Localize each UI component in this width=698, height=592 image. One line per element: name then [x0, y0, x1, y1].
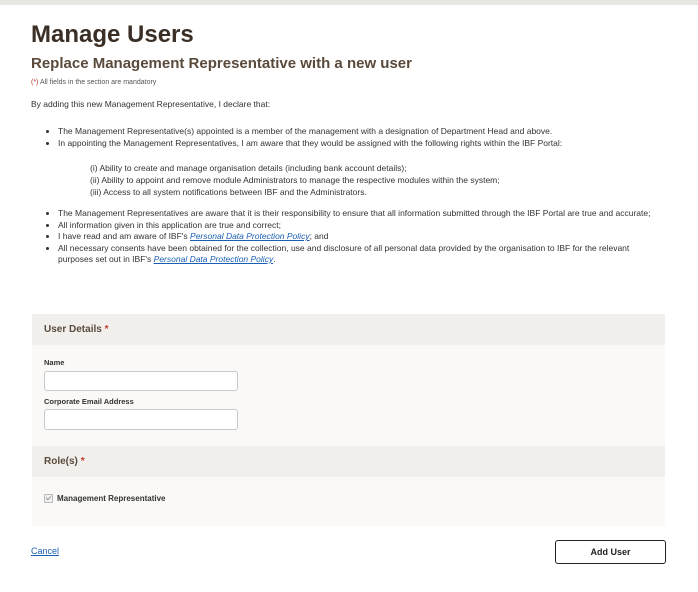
rights-list: (i) Ability to create and manage organis…	[90, 162, 666, 198]
email-input[interactable]	[44, 409, 238, 430]
declaration-text: .	[273, 254, 276, 264]
declaration-list-bottom: The Management Representatives are aware…	[31, 208, 666, 266]
name-label: Name	[44, 358, 65, 367]
role-option-label: Management Representative	[57, 494, 166, 503]
declaration-text: All necessary consents have been obtaine…	[58, 242, 630, 265]
add-user-button[interactable]: Add User	[555, 540, 666, 564]
rights-item: (i) Ability to create and manage organis…	[90, 163, 407, 173]
privacy-policy-link[interactable]: Personal Data Protection Policy	[154, 254, 274, 264]
cancel-link[interactable]: Cancel	[31, 546, 59, 556]
declaration-item: I have read and am aware of IBF's Person…	[58, 231, 666, 243]
declaration-list-top: The Management Representative(s) appoint…	[31, 126, 666, 149]
main-content: Manage Users Replace Management Represen…	[31, 20, 666, 266]
declaration-text: I have read and am aware of IBF's	[58, 231, 191, 241]
user-details-panel: User Details * Name Corporate Email Addr…	[32, 314, 665, 446]
roles-heading: Role(s) *	[32, 446, 665, 477]
roles-panel: Role(s) * Management Representative	[32, 446, 665, 526]
email-label: Corporate Email Address	[44, 397, 134, 406]
mandatory-text: All fields in the section are mandatory	[38, 79, 157, 86]
required-mark: *	[80, 456, 85, 467]
declaration-item: In appointing the Management Representat…	[58, 138, 666, 150]
declaration-item: The Management Representative(s) appoint…	[58, 126, 666, 138]
role-option-management-representative: Management Representative	[44, 494, 665, 503]
required-mark: *	[104, 324, 109, 335]
user-details-heading-text: User Details	[44, 324, 102, 335]
declaration-intro: By adding this new Management Representa…	[31, 99, 271, 109]
rights-item: (ii) Ability to appoint and remove modul…	[90, 175, 500, 185]
declaration-item: The Management Representatives are aware…	[58, 208, 666, 220]
declaration-item: All necessary consents have been obtaine…	[58, 243, 666, 266]
page-title: Manage Users	[31, 21, 194, 48]
declaration-item: All information given in this applicatio…	[58, 220, 666, 232]
top-strip	[0, 0, 698, 5]
mandatory-note: (*) All fields in the section are mandat…	[31, 78, 666, 87]
declaration-text: ; and	[309, 231, 329, 241]
role-checkbox[interactable]	[44, 494, 53, 503]
page-subtitle: Replace Management Representative with a…	[31, 55, 412, 72]
roles-heading-text: Role(s)	[44, 456, 78, 467]
user-details-heading: User Details *	[32, 314, 665, 345]
privacy-policy-link[interactable]: Personal Data Protection Policy	[190, 231, 310, 241]
name-input[interactable]	[44, 371, 238, 391]
rights-item: (iii) Access to all system notifications…	[90, 187, 367, 197]
